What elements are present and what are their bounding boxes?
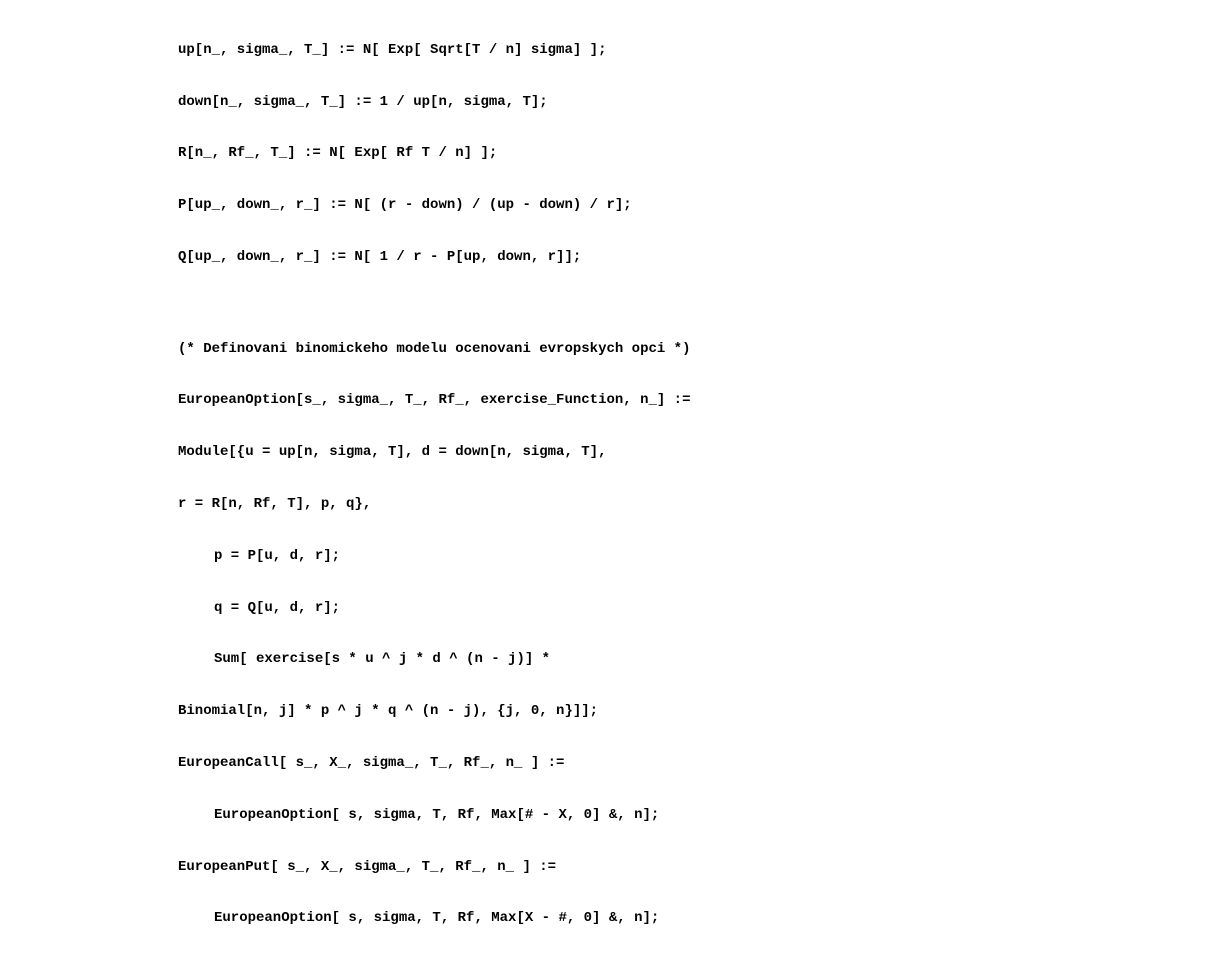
blank-line — [178, 297, 1212, 311]
code-line: Binomial[n, j] * p ^ j * q ^ (n - j), {j… — [178, 699, 1212, 725]
code-line: up[n_, sigma_, T_] := N[ Exp[ Sqrt[T / n… — [178, 38, 1212, 64]
code-line: EuropeanOption[ s, sigma, T, Rf, Max[# -… — [178, 803, 1212, 829]
code-line: down[n_, sigma_, T_] := 1 / up[n, sigma,… — [178, 90, 1212, 116]
code-line: r = R[n, Rf, T], p, q}, — [178, 492, 1212, 518]
code-line: P[up_, down_, r_] := N[ (r - down) / (up… — [178, 193, 1212, 219]
code-line: R[n_, Rf_, T_] := N[ Exp[ Rf T / n] ]; — [178, 141, 1212, 167]
code-listing: up[n_, sigma_, T_] := N[ Exp[ Sqrt[T / n… — [178, 12, 1212, 958]
code-line: Q[up_, down_, r_] := N[ 1 / r - P[up, do… — [178, 245, 1212, 271]
code-line: EuropeanCall[ s_, X_, sigma_, T_, Rf_, n… — [178, 751, 1212, 777]
code-line: p = P[u, d, r]; — [178, 544, 1212, 570]
code-line: q = Q[u, d, r]; — [178, 596, 1212, 622]
code-line: Module[{u = up[n, sigma, T], d = down[n,… — [178, 440, 1212, 466]
code-line: EuropeanPut[ s_, X_, sigma_, T_, Rf_, n_… — [178, 855, 1212, 881]
code-line: EuropeanOption[ s, sigma, T, Rf, Max[X -… — [178, 906, 1212, 932]
code-line: Sum[ exercise[s * u ^ j * d ^ (n - j)] * — [178, 647, 1212, 673]
code-line: EuropeanOption[s_, sigma_, T_, Rf_, exer… — [178, 388, 1212, 414]
code-line: (* Definovani binomickeho modelu ocenova… — [178, 337, 1212, 363]
